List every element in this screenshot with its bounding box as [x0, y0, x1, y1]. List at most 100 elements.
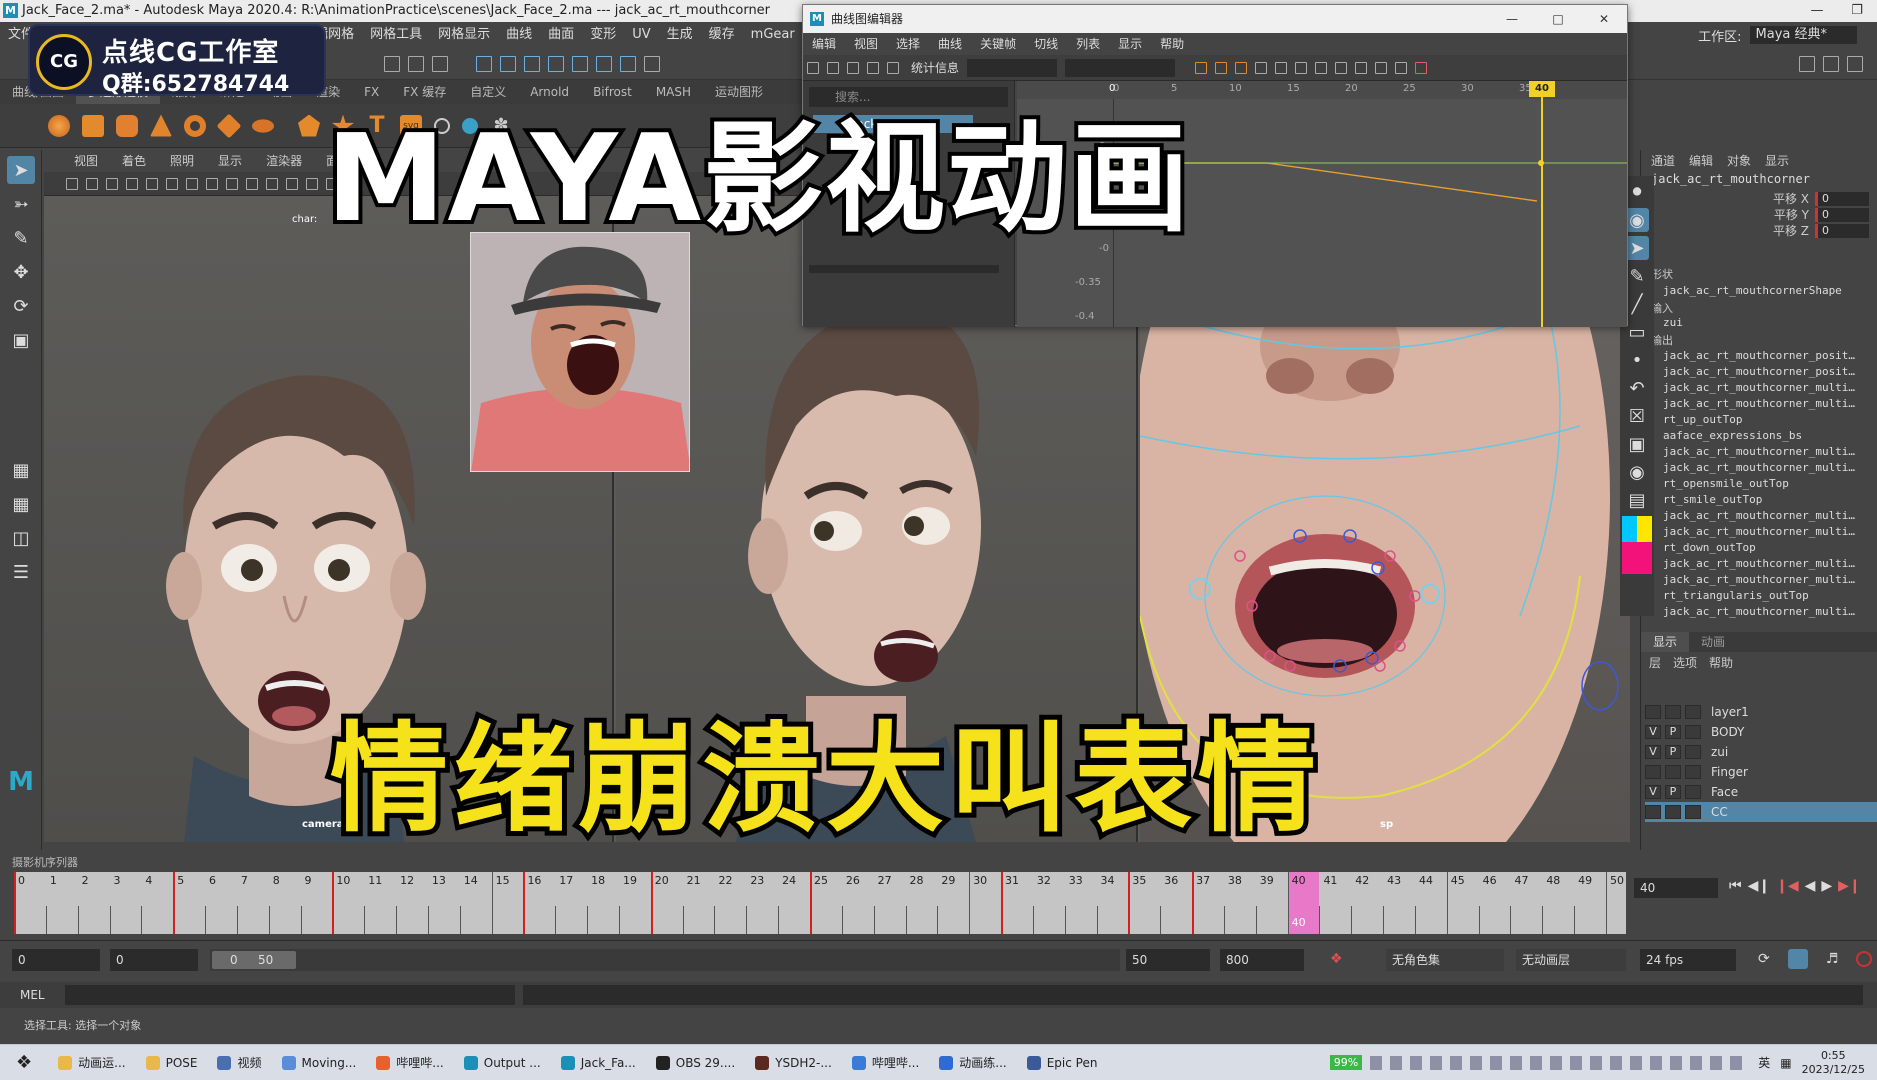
- menu-item[interactable]: 生成: [659, 22, 701, 48]
- layer-row[interactable]: layer1: [1645, 702, 1877, 722]
- shelf-tab[interactable]: Arnold: [518, 80, 581, 104]
- layer-playback-toggle[interactable]: [1665, 705, 1681, 719]
- go-to-start-icon[interactable]: ⏮: [1729, 878, 1742, 894]
- tangent-linear-icon[interactable]: [1255, 61, 1268, 74]
- layer-name[interactable]: layer1: [1711, 705, 1749, 719]
- gate-mask-icon[interactable]: [206, 177, 218, 190]
- layer-playback-toggle[interactable]: P: [1665, 785, 1681, 799]
- tangent-auto-icon[interactable]: [1195, 61, 1208, 74]
- taskbar-app[interactable]: OBS 29....: [646, 1045, 745, 1080]
- layer-playback-toggle[interactable]: P: [1665, 745, 1681, 759]
- eye-icon[interactable]: ◉: [1625, 208, 1649, 232]
- layer-row[interactable]: V P BODY: [1645, 722, 1877, 742]
- output-node-item[interactable]: rt_up_outTop: [1663, 412, 1875, 428]
- trash-icon[interactable]: ☒: [1625, 404, 1649, 428]
- layer-row[interactable]: V Pzui: [1645, 742, 1877, 762]
- layer-visibility-toggle[interactable]: [1645, 765, 1661, 779]
- layer-name[interactable]: Face: [1711, 785, 1738, 799]
- keyframe-tick[interactable]: [1192, 872, 1195, 934]
- snap-point-icon[interactable]: [524, 55, 540, 72]
- layer-visibility-toggle[interactable]: V: [1645, 745, 1661, 759]
- shelf-tab[interactable]: FX: [352, 80, 391, 104]
- disc-icon[interactable]: [252, 118, 274, 133]
- output-node-item[interactable]: jack_ac_rt_mouthcorner_multi…: [1663, 556, 1875, 572]
- cone-icon[interactable]: [150, 114, 172, 137]
- layer-name[interactable]: BODY: [1711, 725, 1744, 739]
- attribute-row[interactable]: 平移 Y 0: [1774, 206, 1869, 223]
- time-slider[interactable]: 摄影机序列器 0 1 2 3 4 5 6 7 8 9 10 11 12 13 14 15 16 17 18 19 20 2…: [0, 856, 1630, 938]
- tray-lang[interactable]: 英: [1758, 1054, 1770, 1071]
- tangent-step-icon[interactable]: [1295, 61, 1308, 74]
- normalize-icon[interactable]: [1415, 61, 1428, 74]
- layer-playback-toggle[interactable]: [1665, 805, 1681, 819]
- line-icon[interactable]: ╱: [1625, 292, 1649, 316]
- scale-tool-icon[interactable]: ▣: [7, 326, 35, 354]
- taskbar-app[interactable]: 哔哩哔...: [366, 1045, 453, 1080]
- output-node-item[interactable]: jack_ac_rt_mouthcorner_multi…: [1663, 524, 1875, 540]
- bookmark-icon[interactable]: [106, 177, 118, 190]
- tool-settings-icon[interactable]: [1847, 55, 1863, 72]
- attribute-value[interactable]: 0: [1815, 223, 1869, 238]
- tangent-flat-icon[interactable]: [1275, 61, 1288, 74]
- step-back-frame-icon[interactable]: ❙◀: [1776, 878, 1799, 894]
- keyframe-tick[interactable]: [1128, 872, 1131, 934]
- taskbar-app[interactable]: 动画练...: [929, 1045, 1016, 1080]
- output-node-item[interactable]: jack_ac_rt_mouthcorner_multi…: [1663, 444, 1875, 460]
- camera-icon[interactable]: [66, 177, 78, 190]
- clock-date[interactable]: 2023/12/25: [1802, 1063, 1865, 1077]
- single-view-icon[interactable]: ▦: [7, 456, 35, 484]
- cache-icon[interactable]: [1788, 949, 1808, 969]
- stats-field-2[interactable]: [1065, 58, 1176, 77]
- select-component-icon[interactable]: [432, 55, 448, 72]
- shelf-tab[interactable]: Bifrost: [581, 80, 644, 104]
- layer-color-swatch[interactable]: [1685, 725, 1701, 739]
- output-node-item[interactable]: jack_ac_rt_mouthcorner_multi…: [1663, 604, 1875, 620]
- taskbar-app[interactable]: Output ...: [454, 1045, 551, 1080]
- stats-field-1[interactable]: [967, 58, 1058, 77]
- output-node-item[interactable]: rt_opensmile_outTop: [1663, 476, 1875, 492]
- attribute-value[interactable]: 0: [1815, 191, 1869, 206]
- insert-key-icon[interactable]: [827, 61, 839, 74]
- select-hierarchy-icon[interactable]: [384, 55, 400, 72]
- layer-visibility-toggle[interactable]: [1645, 705, 1661, 719]
- keyframe-tick[interactable]: [810, 872, 812, 934]
- viewport-menu-item[interactable]: 着色: [110, 150, 158, 172]
- layer-visibility-toggle[interactable]: V: [1645, 785, 1661, 799]
- safe-action-icon[interactable]: [246, 177, 258, 190]
- layer-editor-menu-item[interactable]: 选项: [1673, 654, 1697, 671]
- retime-icon[interactable]: [887, 61, 899, 74]
- layer-name[interactable]: CC: [1711, 805, 1728, 819]
- pencil-icon[interactable]: ✎: [1625, 264, 1649, 288]
- weighted-icon[interactable]: [1375, 61, 1388, 74]
- snap-view-icon[interactable]: [548, 55, 564, 72]
- layer-playback-toggle[interactable]: P: [1665, 725, 1681, 739]
- current-frame-field[interactable]: 40: [1634, 878, 1718, 898]
- viewport-menu-item[interactable]: 显示: [206, 150, 254, 172]
- graph-editor-menu-item[interactable]: 选择: [887, 33, 929, 55]
- auto-key-icon[interactable]: ❖: [1330, 951, 1343, 967]
- snap-grid-icon[interactable]: [476, 55, 492, 72]
- layer-color-swatch[interactable]: [1685, 705, 1701, 719]
- mel-label[interactable]: MEL: [0, 988, 65, 1002]
- region-icon[interactable]: [867, 61, 879, 74]
- playback-start-field[interactable]: 0: [110, 949, 198, 971]
- layer-color-swatch[interactable]: [1685, 765, 1701, 779]
- playback-end-field[interactable]: 50: [1126, 949, 1210, 971]
- move-tool-icon[interactable]: ✥: [7, 258, 35, 286]
- output-node-item[interactable]: aaface_expressions_bs: [1663, 428, 1875, 444]
- snap-surface-icon[interactable]: [572, 55, 588, 72]
- eraser-icon[interactable]: ▭: [1625, 320, 1649, 344]
- buffer-icon[interactable]: [1395, 61, 1408, 74]
- ipr-icon[interactable]: [620, 55, 636, 72]
- shelf-tab[interactable]: MASH: [644, 80, 703, 104]
- tray-battery[interactable]: 99%: [1329, 1055, 1363, 1070]
- taskbar-app[interactable]: Epic Pen: [1017, 1045, 1108, 1080]
- taskbar-app[interactable]: 动画运...: [48, 1045, 135, 1080]
- workspace-dropdown[interactable]: Maya 经典*: [1749, 26, 1857, 44]
- wireframe-icon[interactable]: [266, 177, 278, 190]
- output-node-item[interactable]: jack_ac_rt_mouthcorner_multi…: [1663, 508, 1875, 524]
- menu-item[interactable]: 曲线: [498, 22, 540, 48]
- plane-icon[interactable]: [216, 113, 242, 138]
- restore-icon[interactable]: ❐: [1837, 0, 1877, 22]
- torus-icon[interactable]: [184, 114, 206, 137]
